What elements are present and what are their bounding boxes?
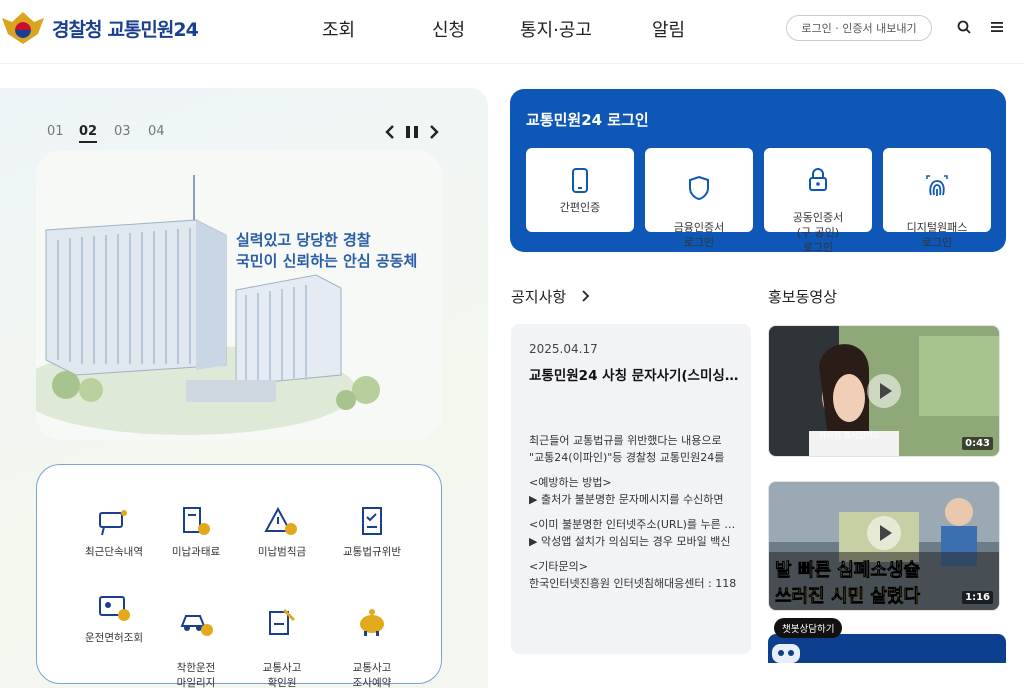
financial-cert-button[interactable]: 금융인증서 로그인 — [645, 148, 753, 249]
nav-alert[interactable]: 알림 — [652, 16, 685, 42]
quick-recent-enforcement[interactable]: 최근단속내역 — [69, 505, 159, 560]
logo[interactable]: 경찰청 교통민원24 — [0, 8, 199, 48]
notice-line: 최근들어 교통법규를 위반했다는 내용으로 — [529, 434, 722, 447]
next-icon[interactable] — [428, 124, 440, 140]
login-button-label: 간편인증 — [559, 201, 601, 214]
promo-title: 홍보동영상 — [768, 288, 838, 306]
quick-unpaid-penalty[interactable]: 미납범칙금 — [237, 505, 327, 560]
video-duration: 0:43 — [962, 437, 993, 450]
camera-icon — [99, 510, 127, 536]
quick-label: 교통사고 조사예약 — [352, 662, 392, 689]
video-duration: 1:16 — [962, 591, 993, 604]
notice-card[interactable]: 2025.04.17 교통민원24 사칭 문자사기(스미싱) 주의 안내 최근들… — [511, 324, 751, 654]
header: 경찰청 교통민원24 조회 신청 통지·공고 알림 로그인 · 인증서 내보내기 — [0, 0, 1024, 64]
notice-line: <이미 불분명한 인터넷주소(URL)를 누른 경우> — [529, 518, 739, 531]
quick-label: 착한운전 마일리지 — [176, 662, 216, 689]
nav-notice[interactable]: 통지·공고 — [520, 16, 592, 42]
notice-line: <예방하는 방법> — [529, 476, 612, 489]
nav-inquiry[interactable]: 조회 — [322, 16, 355, 42]
fingerprint-icon — [926, 175, 948, 196]
video-caption-2: 쓰러진 시민 살렸다 — [775, 586, 921, 608]
quick-label: 최근단속내역 — [85, 546, 143, 558]
lock-icon — [809, 168, 827, 191]
quick-accident-certificate[interactable]: 교통사고 확인원 — [237, 591, 327, 691]
search-icon[interactable] — [957, 20, 971, 34]
notice-line: 한국인터넷진흥원 인터넷침해대응센터 : 118 — [529, 577, 737, 590]
prev-icon[interactable] — [384, 124, 396, 140]
login-button-label: 디지털원패스 로그인 — [906, 221, 968, 249]
login-button-label: 금융인증서 로그인 — [673, 221, 725, 249]
notice-line: <기타문의> — [529, 560, 588, 573]
login-panel: 교통민원24 로그인 간편인증 금융인증서 로그인 공동인증서 (구 공인) 로… — [510, 89, 1006, 254]
login-button-label: 공동인증서 (구 공인) 로그인 — [792, 211, 844, 254]
banner-page-1[interactable]: 01 — [47, 124, 64, 139]
login-title: 교통민원24 로그인 — [526, 111, 649, 129]
smartphone-icon — [572, 168, 588, 193]
quick-label: 운전면허조회 — [85, 632, 143, 644]
notice-line: "교통24(이파인)"등 경찰청 교통민원24를 — [529, 451, 725, 464]
receipt-coin-icon — [183, 507, 210, 535]
quick-unpaid-fine[interactable]: 미납과태료 — [151, 505, 241, 560]
menu-icon[interactable] — [990, 20, 1004, 34]
banner-page-2[interactable]: 02 — [79, 124, 98, 143]
chatbot-button[interactable]: 챗봇상담하기 — [774, 618, 843, 638]
car-coin-icon — [180, 615, 213, 636]
notice-body: 최근들어 교통법규를 위반했다는 내용으로 "교통24(이파인)"등 경찰청 교… — [529, 432, 739, 592]
notice-title[interactable]: 공지사항 — [511, 286, 591, 307]
banner-page-3[interactable]: 03 — [114, 124, 131, 139]
quick-label: 교통사고 확인원 — [262, 662, 302, 689]
promo-video-1[interactable]: 아무런 표시없어도 0:43 — [768, 325, 1000, 457]
pen-document-icon — [269, 608, 296, 635]
notice-date: 2025.04.17 — [529, 342, 598, 356]
joint-cert-button[interactable]: 공동인증서 (구 공인) 로그인 — [764, 148, 872, 254]
quick-traffic-violation[interactable]: 교통법규위반 — [327, 505, 417, 560]
hero-banner[interactable]: 실력있고 당당한 경찰 국민이 신뢰하는 안심 공동체 — [36, 150, 442, 440]
logo-service: 교통민원24 — [107, 18, 198, 41]
notice-line: ▶ 악성앱 설치가 의심되는 경우 모바일 백신 — [529, 535, 731, 548]
nav-apply[interactable]: 신청 — [432, 16, 465, 42]
quick-label: 미납범칙금 — [257, 546, 307, 558]
video-caption: 아무런 표시없어도 — [819, 431, 881, 440]
login-button[interactable]: 로그인 · 인증서 내보내기 — [786, 15, 932, 41]
document-check-icon — [362, 507, 382, 535]
banner-line-2: 국민이 신뢰하는 안심 공동체 — [236, 252, 418, 270]
logo-org: 경찰청 — [52, 18, 102, 41]
quick-accident-reservation[interactable]: 교통사고 조사예약 — [327, 591, 417, 691]
police-hq-illustration — [36, 150, 442, 440]
quick-label: 교통법규위반 — [343, 546, 401, 558]
banner-page-4[interactable]: 04 — [148, 124, 165, 139]
notice-headline: 교통민원24 사칭 문자사기(스미싱) 주의 안내 — [529, 368, 739, 384]
chatbot-robot-icon[interactable] — [768, 640, 804, 663]
piggy-bank-icon — [360, 609, 384, 636]
shield-icon — [689, 175, 709, 201]
simple-auth-button[interactable]: 간편인증 — [526, 148, 634, 232]
quick-license-inquiry[interactable]: 운전면허조회 — [69, 591, 159, 646]
digital-onepass-button[interactable]: 디지털원패스 로그인 — [883, 148, 991, 249]
notice-title-text: 공지사항 — [511, 288, 567, 306]
pause-icon[interactable] — [404, 124, 420, 140]
quick-menu: 최근단속내역 미납과태료 미납범칙금 교통법규위반 운전면허조회 착한운전 마일… — [36, 464, 442, 689]
chevron-right-icon[interactable] — [581, 290, 591, 302]
license-icon — [99, 596, 130, 621]
play-icon[interactable] — [867, 516, 901, 550]
promo-video-2[interactable]: 발 빠른 심폐소생술 쓰러진 시민 살렸다 1:16 — [768, 481, 1000, 611]
banner-line-1: 실력있고 당당한 경찰 — [236, 231, 371, 249]
quick-label: 미납과태료 — [171, 546, 221, 558]
play-icon[interactable] — [867, 374, 901, 408]
warning-coin-icon — [264, 506, 297, 535]
video-caption-1: 발 빠른 심폐소생술 — [775, 560, 921, 582]
notice-line: ▶ 출처가 불분명한 문자메시지를 수신하면 — [529, 493, 724, 506]
quick-good-driving-mileage[interactable]: 착한운전 마일리지 — [151, 591, 241, 691]
police-emblem-icon — [2, 12, 44, 44]
